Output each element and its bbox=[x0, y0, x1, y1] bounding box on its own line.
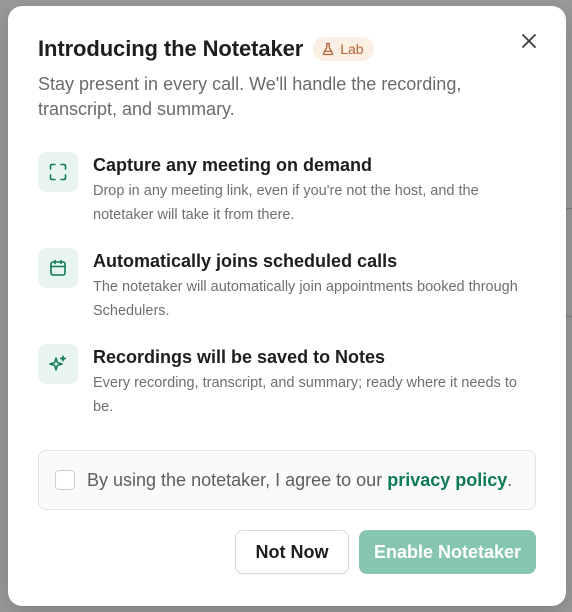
feature-item: Recordings will be saved to Notes Every … bbox=[38, 344, 523, 419]
capture-frame-icon bbox=[38, 152, 78, 192]
feature-item: Automatically joins scheduled calls The … bbox=[38, 248, 523, 323]
dialog-header: Introducing the Notetaker Lab bbox=[38, 36, 374, 62]
lab-badge: Lab bbox=[313, 37, 374, 61]
feature-description: Every recording, transcript, and summary… bbox=[93, 375, 517, 415]
feature-title: Automatically joins scheduled calls bbox=[93, 251, 398, 271]
dialog-title: Introducing the Notetaker bbox=[38, 36, 304, 61]
consent-text: By using the notetaker, I agree to our bbox=[87, 469, 388, 490]
not-now-button[interactable]: Not Now bbox=[235, 530, 349, 574]
consent-box: By using the notetaker, I agree to our p… bbox=[38, 450, 536, 510]
flask-icon bbox=[322, 42, 334, 56]
lab-badge-label: Lab bbox=[340, 41, 364, 57]
feature-title: Recordings will be saved to Notes bbox=[93, 347, 386, 367]
privacy-consent-checkbox[interactable] bbox=[55, 470, 75, 490]
enable-notetaker-button[interactable]: Enable Notetaker bbox=[359, 530, 536, 574]
backdrop-divider bbox=[566, 208, 572, 209]
notetaker-dialog: Introducing the Notetaker Lab Stay prese… bbox=[8, 6, 566, 606]
sparkles-icon bbox=[38, 344, 78, 384]
dialog-subtitle: Stay present in every call. We'll handle… bbox=[38, 74, 462, 119]
consent-text-suffix: . bbox=[507, 469, 513, 490]
calendar-icon bbox=[38, 248, 78, 288]
close-icon bbox=[522, 34, 536, 48]
feature-item: Capture any meeting on demand Drop in an… bbox=[38, 152, 523, 227]
close-button[interactable] bbox=[516, 28, 542, 54]
privacy-policy-link[interactable]: privacy policy bbox=[387, 470, 507, 490]
feature-description: The notetaker will automatically join ap… bbox=[93, 279, 518, 319]
feature-description: Drop in any meeting link, even if you're… bbox=[93, 183, 479, 223]
feature-title: Capture any meeting on demand bbox=[93, 155, 373, 175]
backdrop-divider bbox=[566, 316, 572, 317]
consent-label: By using the notetaker, I agree to our p… bbox=[87, 470, 512, 491]
